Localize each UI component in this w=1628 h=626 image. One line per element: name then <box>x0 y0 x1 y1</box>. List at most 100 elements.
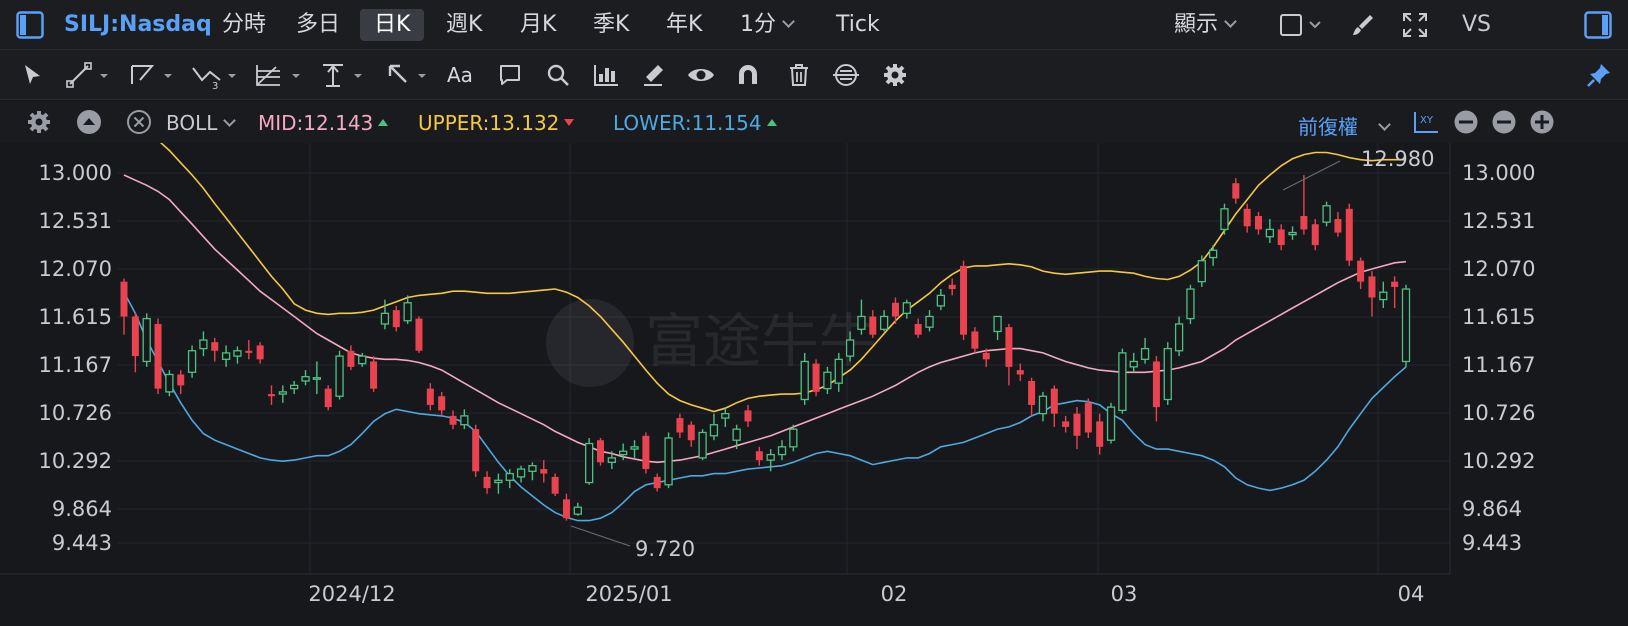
candle-body <box>1106 406 1116 441</box>
tab-period-5[interactable]: 季K <box>593 9 629 41</box>
candle-up <box>789 424 798 452</box>
sidebar-toggle-icon[interactable] <box>16 11 44 43</box>
eye-icon[interactable] <box>686 62 716 92</box>
high-pointer-line <box>1282 160 1341 191</box>
candle-up <box>1220 203 1229 235</box>
candle-body <box>483 476 491 489</box>
candle-up <box>585 437 594 485</box>
candle-up <box>777 440 787 461</box>
display-menu-label: 顯示 <box>1174 12 1219 37</box>
candle-body <box>914 323 922 335</box>
candle-down <box>1334 211 1342 237</box>
polyline-tool-icon[interactable] <box>128 62 176 92</box>
comment-tool-icon[interactable] <box>497 62 523 92</box>
brush-style-icon[interactable] <box>1350 12 1376 42</box>
candle-up <box>1163 342 1172 405</box>
candle-body <box>834 358 843 384</box>
candle-down <box>426 383 434 411</box>
candle-up <box>925 310 934 332</box>
fib-tool-icon[interactable] <box>254 62 304 92</box>
candle-down <box>1152 356 1160 422</box>
y-tick-label-right: 9.864 <box>1462 497 1522 521</box>
display-menu[interactable]: 顯示 <box>1174 9 1237 41</box>
right-panel-toggle-icon[interactable] <box>1584 11 1612 43</box>
candle-body <box>857 315 866 330</box>
candle-body <box>392 310 400 328</box>
candle-down <box>914 318 922 338</box>
candle-body <box>721 413 730 419</box>
wave-tool-icon[interactable]: 3 <box>190 62 240 94</box>
text-tool-button[interactable]: Aa <box>447 59 473 91</box>
tab-period-6[interactable]: 年K <box>666 9 702 41</box>
candle-up <box>528 462 537 481</box>
drawing-toolbar: 3 Aa <box>0 50 1628 100</box>
cursor-icon[interactable] <box>20 62 46 92</box>
candle-body <box>540 469 548 474</box>
candle-body <box>290 384 299 390</box>
candle-down <box>267 385 275 405</box>
magnet-icon[interactable] <box>735 62 761 92</box>
price-adjust-label: 前復權 <box>1298 115 1358 139</box>
tab-tick[interactable]: Tick <box>836 9 880 41</box>
zoom-out-icon[interactable] <box>1453 109 1479 139</box>
zoom-out-alt-icon[interactable] <box>1491 109 1517 139</box>
candle-body <box>472 429 480 472</box>
candle-up <box>698 429 707 461</box>
candle-body <box>1073 413 1081 436</box>
candle-up <box>1208 245 1218 266</box>
symbol-title[interactable]: SILJ:Nasdaq <box>64 9 212 41</box>
candle-body <box>1096 421 1104 447</box>
candle-up <box>766 449 775 472</box>
candle-up <box>233 346 242 364</box>
candle-down <box>177 370 185 395</box>
chart-area[interactable]: 富途牛牛 13.000 12.531 12.070 11.615 11.167 10.72… <box>0 116 1628 622</box>
candle-body <box>664 437 673 486</box>
close-indicator-icon[interactable] <box>126 109 152 139</box>
search-icon[interactable] <box>545 62 571 92</box>
candle-body <box>676 418 684 433</box>
fullscreen-icon[interactable] <box>1402 12 1428 42</box>
minute-select[interactable]: 1分 <box>740 9 795 41</box>
tab-period-0[interactable]: 分時 <box>222 9 266 41</box>
candle-body <box>1062 421 1070 427</box>
layout-select[interactable] <box>1280 13 1326 41</box>
candle-down <box>1391 276 1399 309</box>
candle-up <box>879 310 889 332</box>
candle-up <box>664 432 673 489</box>
arrow-tool-icon[interactable] <box>386 62 432 92</box>
axis-scale-icon[interactable]: XY <box>1412 109 1440 139</box>
zoom-in-icon[interactable] <box>1529 109 1555 139</box>
candle-down <box>472 424 480 477</box>
candle-down <box>120 278 128 335</box>
candlestick-chart[interactable]: 富途牛牛 13.00012.53112.07011.61511.16710.72… <box>0 116 1628 622</box>
tab-period-4[interactable]: 月K <box>520 9 556 41</box>
tab-period-2[interactable]: 日K <box>360 9 425 41</box>
price-adjust-select[interactable]: 前復權 <box>1298 111 1391 140</box>
tab-period-1[interactable]: 多日 <box>296 9 340 41</box>
candle-body <box>607 457 616 463</box>
settings-icon[interactable] <box>882 62 908 92</box>
pin-icon[interactable] <box>1586 62 1612 92</box>
candle-body <box>426 388 434 405</box>
indicator-select[interactable]: BOLL <box>166 111 237 135</box>
candle-body <box>165 373 174 393</box>
collapse-up-icon[interactable] <box>76 109 102 139</box>
candle-down <box>540 460 548 483</box>
sync-icon[interactable] <box>831 62 861 92</box>
measure-icon[interactable] <box>592 62 620 92</box>
svg-text:XY: XY <box>1420 115 1434 126</box>
y-axis-right: 13.000 12.531 12.070 11.615 11.167 10.726 10.2… <box>1462 161 1535 555</box>
compare-vs-button[interactable]: VS <box>1462 9 1491 41</box>
tab-period-3[interactable]: 週K <box>446 9 482 41</box>
candle-body <box>789 428 798 448</box>
trash-icon[interactable] <box>786 62 812 92</box>
candle-up <box>1197 255 1206 287</box>
vertical-tool-icon[interactable] <box>320 62 368 92</box>
line-tool-icon[interactable] <box>66 62 112 92</box>
candle-down <box>1062 415 1070 433</box>
indicator-settings-icon[interactable] <box>26 109 52 139</box>
candle-down <box>415 316 423 353</box>
brush-icon[interactable] <box>640 62 666 92</box>
candle-body <box>1401 288 1411 363</box>
candle-body <box>551 476 559 494</box>
